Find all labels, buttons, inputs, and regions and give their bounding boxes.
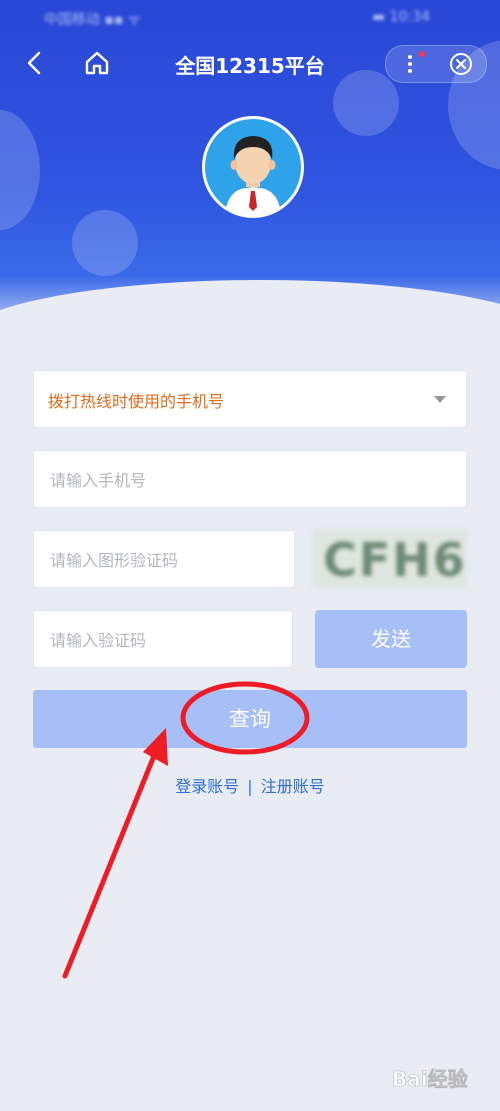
decor-bubble — [72, 210, 138, 276]
status-right: ▬ 10:34 — [371, 9, 430, 25]
nav-bar: 全国12315平台 — [0, 36, 500, 92]
register-link[interactable]: 注册账号 — [261, 777, 325, 796]
mini-program-capsule — [385, 45, 487, 83]
captcha-field — [33, 530, 295, 589]
phone-input[interactable] — [48, 451, 452, 509]
code-field — [33, 610, 293, 669]
captcha-text: CFH6 — [323, 533, 467, 587]
code-input[interactable] — [48, 611, 282, 669]
captcha-image[interactable]: CFH6 — [313, 530, 467, 588]
phone-type-select[interactable]: 拨打热线时使用的手机号 — [33, 370, 467, 428]
account-links: 登录账号 | 注册账号 — [0, 773, 500, 797]
more-icon[interactable] — [398, 52, 422, 76]
login-link[interactable]: 登录账号 — [175, 777, 239, 796]
query-button[interactable]: 查询 — [33, 690, 467, 748]
phone-field — [33, 450, 467, 509]
close-icon[interactable] — [448, 51, 474, 77]
avatar — [202, 116, 304, 218]
notification-dot — [419, 51, 425, 57]
status-bar: 中国移动 ▪▪ ᯤ ▬ 10:34 — [0, 0, 500, 36]
baidu-jingyan-watermark: Bai经验 — [392, 1067, 468, 1092]
captcha-input[interactable] — [48, 531, 282, 589]
decor-bubble — [0, 110, 40, 230]
phone-type-value: 拨打热线时使用的手机号 — [48, 392, 225, 411]
carrier-text: 中国移动 ▪▪ ᯤ — [44, 12, 141, 28]
dropdown-arrow-icon — [434, 396, 446, 403]
send-code-button[interactable]: 发送 — [315, 610, 467, 668]
watermark-text: Bai经验 — [392, 1067, 468, 1091]
link-separator: | — [247, 777, 253, 796]
header-wave — [0, 280, 500, 345]
